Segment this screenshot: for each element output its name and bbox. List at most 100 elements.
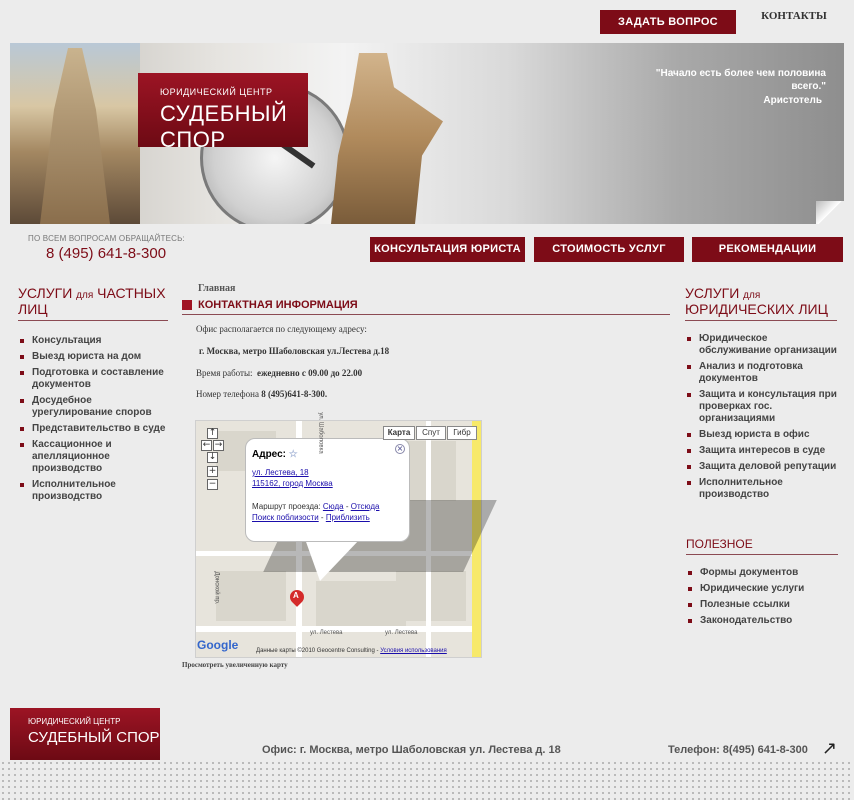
breadcrumb[interactable]: Главная xyxy=(198,283,235,294)
left-service-item[interactable]: Кассационное и апелляционное производств… xyxy=(18,439,168,475)
office-intro: Офис располагается по следующему адресу: xyxy=(196,324,367,334)
right-service-item[interactable]: Выезд юриста в офис xyxy=(685,429,839,441)
footer-logo-title: СУДЕБНЫЙ СПОР xyxy=(28,729,160,746)
contacts-link[interactable]: КОНТАКТЫ xyxy=(752,10,836,34)
useful-item[interactable]: Законодательство xyxy=(686,615,838,627)
title-main: УСЛУГИ xyxy=(685,285,740,301)
right-service-item[interactable]: Защита и консультация при проверках гос.… xyxy=(685,389,839,425)
route-to-link[interactable]: Сюда xyxy=(323,502,344,511)
title-small: для xyxy=(76,290,94,301)
left-service-item[interactable]: Досудебное урегулирование споров xyxy=(18,395,168,419)
right-services-list: Юридическое обслуживание организации Ана… xyxy=(685,333,839,501)
useful-item[interactable]: Юридические услуги xyxy=(686,583,838,595)
office-address: г. Москва, метро Шаболовская ул.Лестева … xyxy=(199,346,390,356)
popup-title-text: Адрес: xyxy=(252,449,286,460)
phone-line: Номер телефона 8 (495)641-8-300. xyxy=(196,389,327,399)
left-service-item[interactable]: Выезд юриста на дом xyxy=(18,351,168,363)
left-sidebar-title: УСЛУГИ для ЧАСТНЫХ ЛИЦ xyxy=(18,285,168,321)
map-type-satellite[interactable]: Спут xyxy=(416,426,446,440)
zoom-in-link[interactable]: Приблизить xyxy=(326,513,370,522)
phone-label: Номер телефона xyxy=(196,389,259,399)
map-copyright: Данные карты ©2010 Geocentre Consulting … xyxy=(256,648,447,654)
ask-question-button[interactable]: ЗАДАТЬ ВОПРОС xyxy=(600,10,736,34)
useful-title: ПОЛЕЗНОЕ xyxy=(686,537,838,555)
pan-up-icon[interactable]: ↑ xyxy=(207,428,218,439)
site-logo[interactable]: ЮРИДИЧЕСКИЙ ЦЕНТР СУДЕБНЫЙ СПОР xyxy=(138,73,308,152)
map-info-window: Адрес: ☆ × ул. Лестева, 18 115162, город… xyxy=(245,438,410,542)
left-service-item[interactable]: Консультация xyxy=(18,335,168,347)
title-main: УСЛУГИ xyxy=(18,285,73,301)
useful-list: Формы документов Юридические услуги Поле… xyxy=(686,567,838,627)
street-label: ул. Лестева xyxy=(385,630,418,636)
search-line: Поиск поблизости - Приблизить xyxy=(252,513,370,522)
street-label: ул. Лестева xyxy=(310,630,343,636)
nav-prices-button[interactable]: СТОИМОСТЬ УСЛУГ xyxy=(534,237,684,262)
terms-link[interactable]: Условия использования xyxy=(380,648,447,654)
logo-subtitle: ЮРИДИЧЕСКИЙ ЦЕНТР xyxy=(160,87,273,97)
section-marker-icon xyxy=(182,300,192,310)
popup-city-link[interactable]: 115162, город Москва xyxy=(252,479,333,488)
useful-item[interactable]: Полезные ссылки xyxy=(686,599,838,611)
street-label: Донской пр. xyxy=(213,571,220,605)
google-logo[interactable]: Google xyxy=(197,638,238,652)
footer-logo[interactable]: ЮРИДИЧЕСКИЙ ЦЕНТР СУДЕБНЫЙ СПОР xyxy=(10,708,160,760)
route-line: Маршрут проезда: Сюда - Отсюда xyxy=(252,502,380,511)
useful-section: ПОЛЕЗНОЕ Формы документов Юридические ус… xyxy=(686,537,838,631)
hours-label: Время работы: xyxy=(196,368,253,378)
contact-phone: 8 (495) 641-8-300 xyxy=(46,245,167,262)
left-sidebar: УСЛУГИ для ЧАСТНЫХ ЛИЦ Консультация Выез… xyxy=(18,285,168,507)
title-rest: ЮРИДИЧЕСКИХ ЛИЦ xyxy=(685,301,828,317)
route-from-link[interactable]: Отсюда xyxy=(351,502,380,511)
contact-label: ПО ВСЕМ ВОПРОСАМ ОБРАЩАЙТЕСЬ: xyxy=(28,234,185,243)
pan-right-icon[interactable]: → xyxy=(213,440,224,451)
zoom-in-icon[interactable]: + xyxy=(207,466,218,477)
right-service-item[interactable]: Защита деловой репутации xyxy=(685,461,839,473)
popup-street-link[interactable]: ул. Лестева, 18 xyxy=(252,468,309,477)
hours-value: ежедневно с 09.00 до 22.00 xyxy=(257,368,363,378)
logo-title: СУДЕБНЫЙ СПОР xyxy=(160,101,288,152)
view-larger-map-link[interactable]: Просмотреть увеличенную карту xyxy=(182,661,288,669)
left-service-item[interactable]: Исполнительное производство xyxy=(18,479,168,503)
left-service-item[interactable]: Подготовка и составление документов xyxy=(18,367,168,391)
right-service-item[interactable]: Защита интересов в суде xyxy=(685,445,839,457)
page-title: КОНТАКТНАЯ ИНФОРМАЦИЯ xyxy=(198,299,358,311)
nav-recommendations-button[interactable]: РЕКОМЕНДАЦИИ xyxy=(692,237,843,262)
nav-consultation-button[interactable]: КОНСУЛЬТАЦИЯ ЮРИСТА xyxy=(370,237,525,262)
external-arrow-icon[interactable]: ↗ xyxy=(822,738,837,759)
right-sidebar: УСЛУГИ для ЮРИДИЧЕСКИХ ЛИЦ Юридическое о… xyxy=(685,285,839,505)
quote-author: Аристотель xyxy=(763,95,822,106)
route-label: Маршрут проезда: xyxy=(252,502,321,511)
copyright-text: Данные карты ©2010 Geocentre Consulting xyxy=(256,648,375,654)
map-type-map[interactable]: Карта xyxy=(383,426,415,440)
search-nearby-link[interactable]: Поиск поблизости xyxy=(252,513,319,522)
street-label: ул. Шаболовка xyxy=(317,412,324,454)
phone-value: 8 (495)641-8-300. xyxy=(261,389,328,399)
popup-tail xyxy=(305,539,360,581)
section-header: КОНТАКТНАЯ ИНФОРМАЦИЯ xyxy=(182,298,670,315)
star-icon[interactable]: ☆ xyxy=(289,449,298,460)
pan-left-icon[interactable]: ← xyxy=(201,440,212,451)
left-service-item[interactable]: Представительство в суде xyxy=(18,423,168,435)
marker-label: A xyxy=(293,591,299,600)
footer-dotted-pattern xyxy=(0,760,854,800)
close-icon[interactable]: × xyxy=(395,444,405,454)
map-block xyxy=(316,581,406,626)
right-service-item[interactable]: Анализ и подготовка документов xyxy=(685,361,839,385)
map-block xyxy=(216,571,286,621)
right-sidebar-title: УСЛУГИ для ЮРИДИЧЕСКИХ ЛИЦ xyxy=(685,285,837,321)
footer-logo-subtitle: ЮРИДИЧЕСКИЙ ЦЕНТР xyxy=(28,717,121,726)
header-quote: "Начало есть более чем половина всего." xyxy=(655,68,826,92)
footer-address: Офис: г. Москва, метро Шаболовская ул. Л… xyxy=(262,744,561,756)
zoom-out-icon[interactable]: − xyxy=(207,479,218,490)
pan-down-icon[interactable]: ↓ xyxy=(207,452,218,463)
page-curl-decoration xyxy=(816,201,844,224)
popup-title: Адрес: ☆ xyxy=(252,449,298,460)
useful-item[interactable]: Формы документов xyxy=(686,567,838,579)
right-service-item[interactable]: Исполнительное производство xyxy=(685,477,839,501)
footer-phone: Телефон: 8(495) 641-8-300 xyxy=(668,744,808,756)
map-type-hybrid[interactable]: Гибр xyxy=(447,426,477,440)
map-block xyxy=(396,571,466,621)
right-service-item[interactable]: Юридическое обслуживание организации xyxy=(685,333,839,357)
left-services-list: Консультация Выезд юриста на дом Подгото… xyxy=(18,335,168,503)
working-hours: Время работы: ежедневно с 09.00 до 22.00 xyxy=(196,368,362,378)
